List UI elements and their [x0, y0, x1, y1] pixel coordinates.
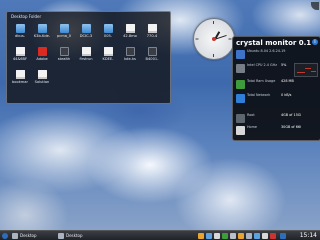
- crystal-monitor-widget[interactable]: crystal monitor 0.1 i Ubuntu 8.04 2.6.24…: [232, 36, 320, 141]
- taskbar: Desktop Desktop 15:14: [0, 230, 320, 240]
- crystal-monitor-title: crystal monitor 0.1: [236, 39, 312, 47]
- file-item[interactable]: B4001-: [143, 47, 161, 61]
- document-icon: [81, 47, 91, 56]
- taskbar-desktop-label[interactable]: Desktop: [66, 233, 83, 239]
- tray-app-icon[interactable]: [254, 233, 260, 239]
- taskbar-clock[interactable]: 15:14: [300, 232, 317, 240]
- network-icon: [236, 94, 245, 103]
- document-icon: [15, 47, 25, 56]
- file-item[interactable]: kde-ks: [121, 47, 139, 61]
- tray-app-icon[interactable]: [198, 233, 204, 239]
- file-label: Solution: [34, 80, 50, 84]
- analog-clock-widget[interactable]: [193, 18, 235, 60]
- file-item[interactable]: pcma_0: [55, 24, 73, 38]
- network-value: 0 kB/s: [281, 93, 292, 97]
- desktop-toolbox-icon[interactable]: [311, 2, 319, 10]
- file-item[interactable]: Solution: [33, 70, 51, 84]
- cpu-icon: [236, 64, 245, 73]
- file-manager-icon[interactable]: [12, 233, 18, 239]
- tray-app-icon[interactable]: [270, 233, 276, 239]
- tray-app-icon[interactable]: [214, 233, 220, 239]
- file-label: firstrun: [79, 57, 93, 61]
- file-label: bookmar: [12, 80, 28, 84]
- file-item[interactable]: KDEE-: [99, 47, 117, 61]
- file-label: 42.8mo: [123, 34, 137, 38]
- file-label: KDEE-: [102, 57, 114, 61]
- system-text: Ubuntu 8.04 2.6.24-19: [247, 49, 286, 53]
- folder-icon: [37, 24, 47, 33]
- hard-drive-icon: [236, 126, 245, 135]
- tray-app-icon[interactable]: [262, 233, 268, 239]
- folder-icon: [59, 24, 69, 33]
- tray-app-icon[interactable]: [222, 233, 228, 239]
- document-icon: [103, 47, 113, 56]
- desktop: Desktop Folder dbus- K3b-Kde- pcma_0 DCI…: [0, 0, 320, 240]
- file-item[interactable]: firstrun: [77, 47, 95, 61]
- folder-icon: [103, 24, 113, 33]
- file-item[interactable]: 42.8mo: [121, 24, 139, 38]
- ram-value: 428 MB: [281, 79, 294, 83]
- file-item[interactable]: Adobe: [33, 47, 51, 61]
- tray-app-icon[interactable]: [280, 233, 286, 239]
- file-item[interactable]: stealth: [55, 47, 73, 61]
- document-icon: [147, 24, 157, 33]
- adobe-icon: [37, 47, 47, 56]
- root-disk-value: 4GB of 15GB: [281, 113, 301, 117]
- cpu-graph-line: [297, 72, 305, 73]
- home-disk-value: 30GB of 66GB: [281, 125, 301, 129]
- folder-icon: [81, 24, 91, 33]
- file-item[interactable]: bookmar: [11, 70, 29, 84]
- tray-app-icon[interactable]: [230, 233, 236, 239]
- file-label: pcma_0: [56, 34, 72, 38]
- file-item[interactable]: DCIC-3: [77, 24, 95, 38]
- file-item[interactable]: K3b-Kde-: [33, 24, 51, 38]
- file-label: dbus-: [14, 34, 25, 38]
- document-icon: [15, 70, 25, 79]
- file-item[interactable]: dbus-: [11, 24, 29, 38]
- cpu-graph-line: [311, 71, 316, 72]
- folder-view-widget[interactable]: Desktop Folder dbus- K3b-Kde- pcma_0 DCI…: [6, 11, 171, 104]
- file-label: DCIC-3: [79, 34, 93, 38]
- cpu-graph: [294, 63, 318, 77]
- clock-tick: [195, 38, 199, 40]
- file-label: 005-: [103, 34, 113, 38]
- file-item[interactable]: 770-4: [143, 24, 161, 38]
- document-icon: [125, 24, 135, 33]
- clock-hub: [212, 37, 216, 41]
- file-label: B4001-: [145, 57, 159, 61]
- tray-app-icon[interactable]: [238, 233, 244, 239]
- file-icon: [147, 47, 157, 56]
- clock-tick: [213, 21, 214, 24]
- file-label: Adobe: [36, 57, 48, 61]
- file-label: K3b-Kde-: [33, 34, 51, 38]
- window-icon[interactable]: [58, 233, 64, 239]
- ram-icon: [236, 80, 245, 89]
- clock-tick: [213, 54, 214, 57]
- file-label: kde-ks: [124, 57, 136, 61]
- tray-app-icon[interactable]: [206, 233, 212, 239]
- file-label: stealth: [57, 57, 71, 61]
- file-item[interactable]: 005-: [99, 24, 117, 38]
- hard-drive-icon: [236, 114, 245, 123]
- tray-app-icon[interactable]: [246, 233, 252, 239]
- file-label: 770-4: [146, 34, 158, 38]
- taskbar-desktop-label[interactable]: Desktop: [20, 233, 37, 239]
- distro-icon: [236, 50, 245, 59]
- file-icon: [125, 47, 135, 56]
- folder-view-title: Desktop Folder: [11, 14, 42, 19]
- document-icon: [37, 70, 47, 79]
- file-icon: [59, 47, 69, 56]
- file-item[interactable]: 44&6BF: [11, 47, 29, 61]
- file-label: 44&6BF: [12, 57, 28, 61]
- cpu-graph-line: [305, 68, 311, 69]
- info-icon[interactable]: i: [312, 39, 318, 45]
- folder-icon: [15, 24, 25, 33]
- kde-menu-icon[interactable]: [2, 233, 8, 239]
